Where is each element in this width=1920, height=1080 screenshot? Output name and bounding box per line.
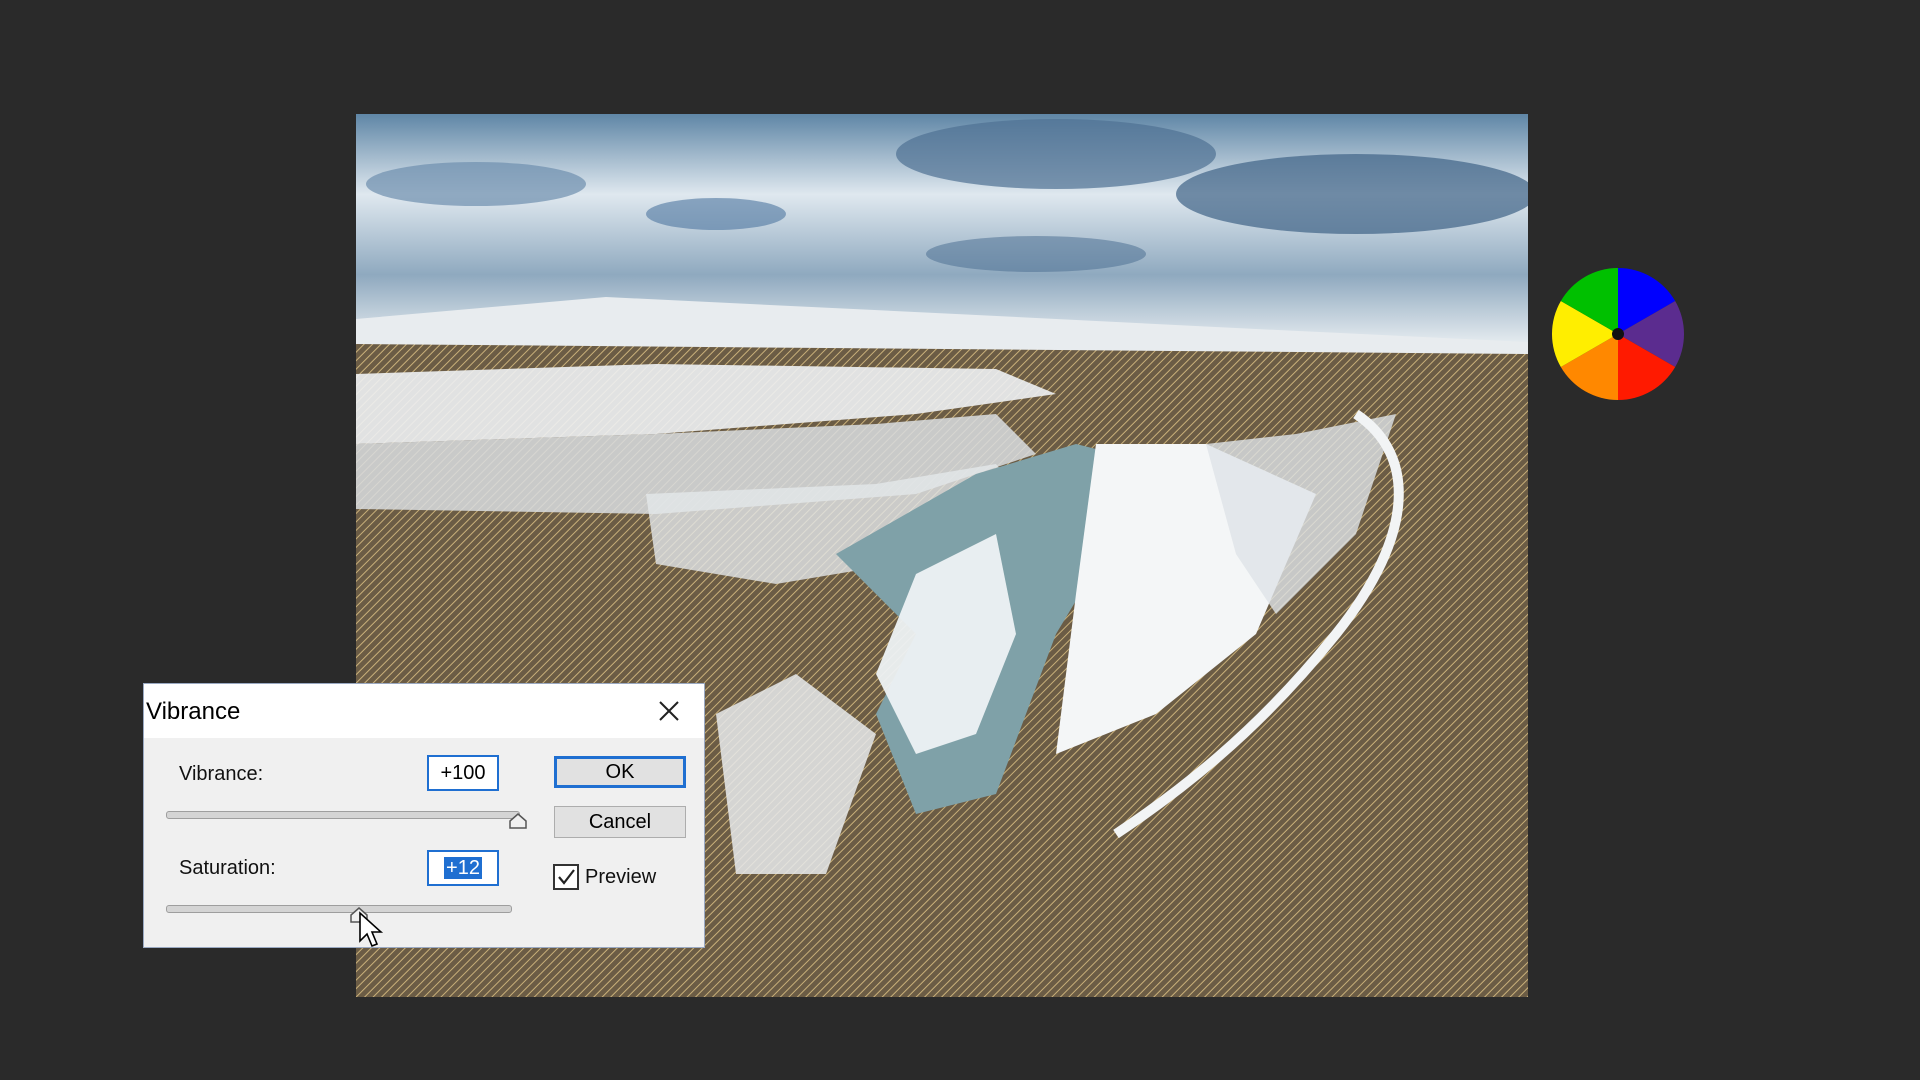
preview-checkbox[interactable] [553, 864, 579, 890]
saturation-slider-track[interactable] [166, 905, 512, 913]
checkmark-icon [558, 869, 575, 885]
saturation-label: Saturation: [179, 857, 276, 879]
dialog-title: Vibrance [146, 698, 241, 725]
cancel-button[interactable]: Cancel [554, 806, 686, 838]
vibrance-slider-track[interactable] [166, 811, 520, 819]
preview-label: Preview [585, 866, 657, 888]
vibrance-dialog: Vibrance Vibrance: +100 Saturation: +12 … [143, 683, 705, 948]
saturation-input[interactable]: +12 [427, 850, 499, 886]
dialog-titlebar[interactable]: Vibrance [144, 684, 704, 738]
color-wheel-icon [1550, 266, 1686, 402]
vibrance-label: Vibrance: [179, 763, 264, 785]
saturation-value-selected: +12 [444, 857, 482, 879]
close-icon[interactable] [652, 694, 686, 728]
vibrance-input[interactable]: +100 [427, 755, 499, 791]
ok-button[interactable]: OK [554, 756, 686, 788]
mouse-pointer-icon [358, 911, 384, 954]
